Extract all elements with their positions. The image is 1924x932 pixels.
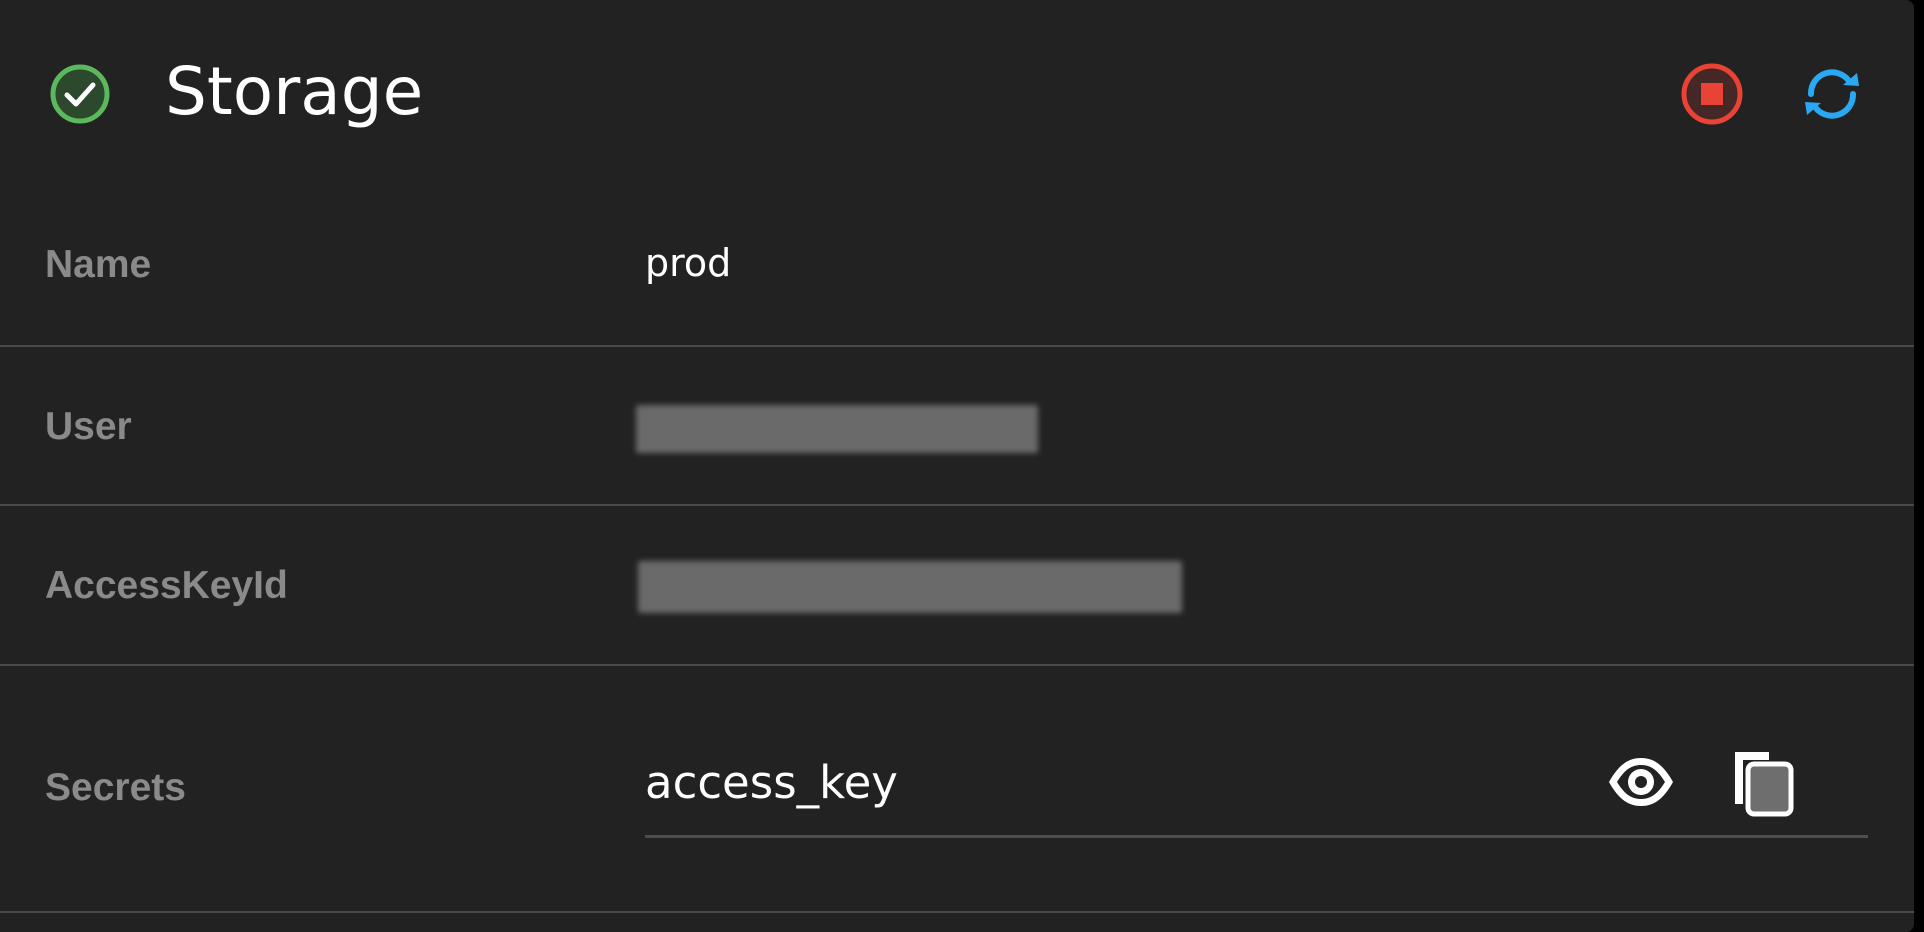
field-label-access-key-id: AccessKeyId <box>45 564 288 607</box>
panel-header: Storage <box>0 0 1914 185</box>
eye-icon[interactable] <box>1605 746 1677 818</box>
check-circle-icon <box>50 64 110 124</box>
field-row-name: Name prod <box>0 185 1914 347</box>
page-title: Storage <box>165 53 424 130</box>
field-label-name: Name <box>45 243 152 286</box>
field-row-secrets: Secrets access_key <box>0 666 1914 913</box>
storage-panel: Storage Name prod User AccessKeyId Secre… <box>0 0 1914 932</box>
refresh-button[interactable] <box>1797 59 1867 129</box>
redacted-user-value <box>636 405 1038 453</box>
field-label-secrets: Secrets <box>45 766 186 809</box>
secret-value: access_key <box>645 756 898 809</box>
stop-button[interactable] <box>1677 59 1747 129</box>
field-label-user: User <box>45 405 132 448</box>
field-row-user: User <box>0 347 1914 506</box>
redacted-access-key-id-value <box>638 561 1182 613</box>
field-value-name: prod <box>645 241 732 285</box>
secret-field[interactable]: access_key <box>645 726 1868 838</box>
field-row-access-key-id: AccessKeyId <box>0 506 1914 666</box>
copy-icon[interactable] <box>1725 742 1805 822</box>
